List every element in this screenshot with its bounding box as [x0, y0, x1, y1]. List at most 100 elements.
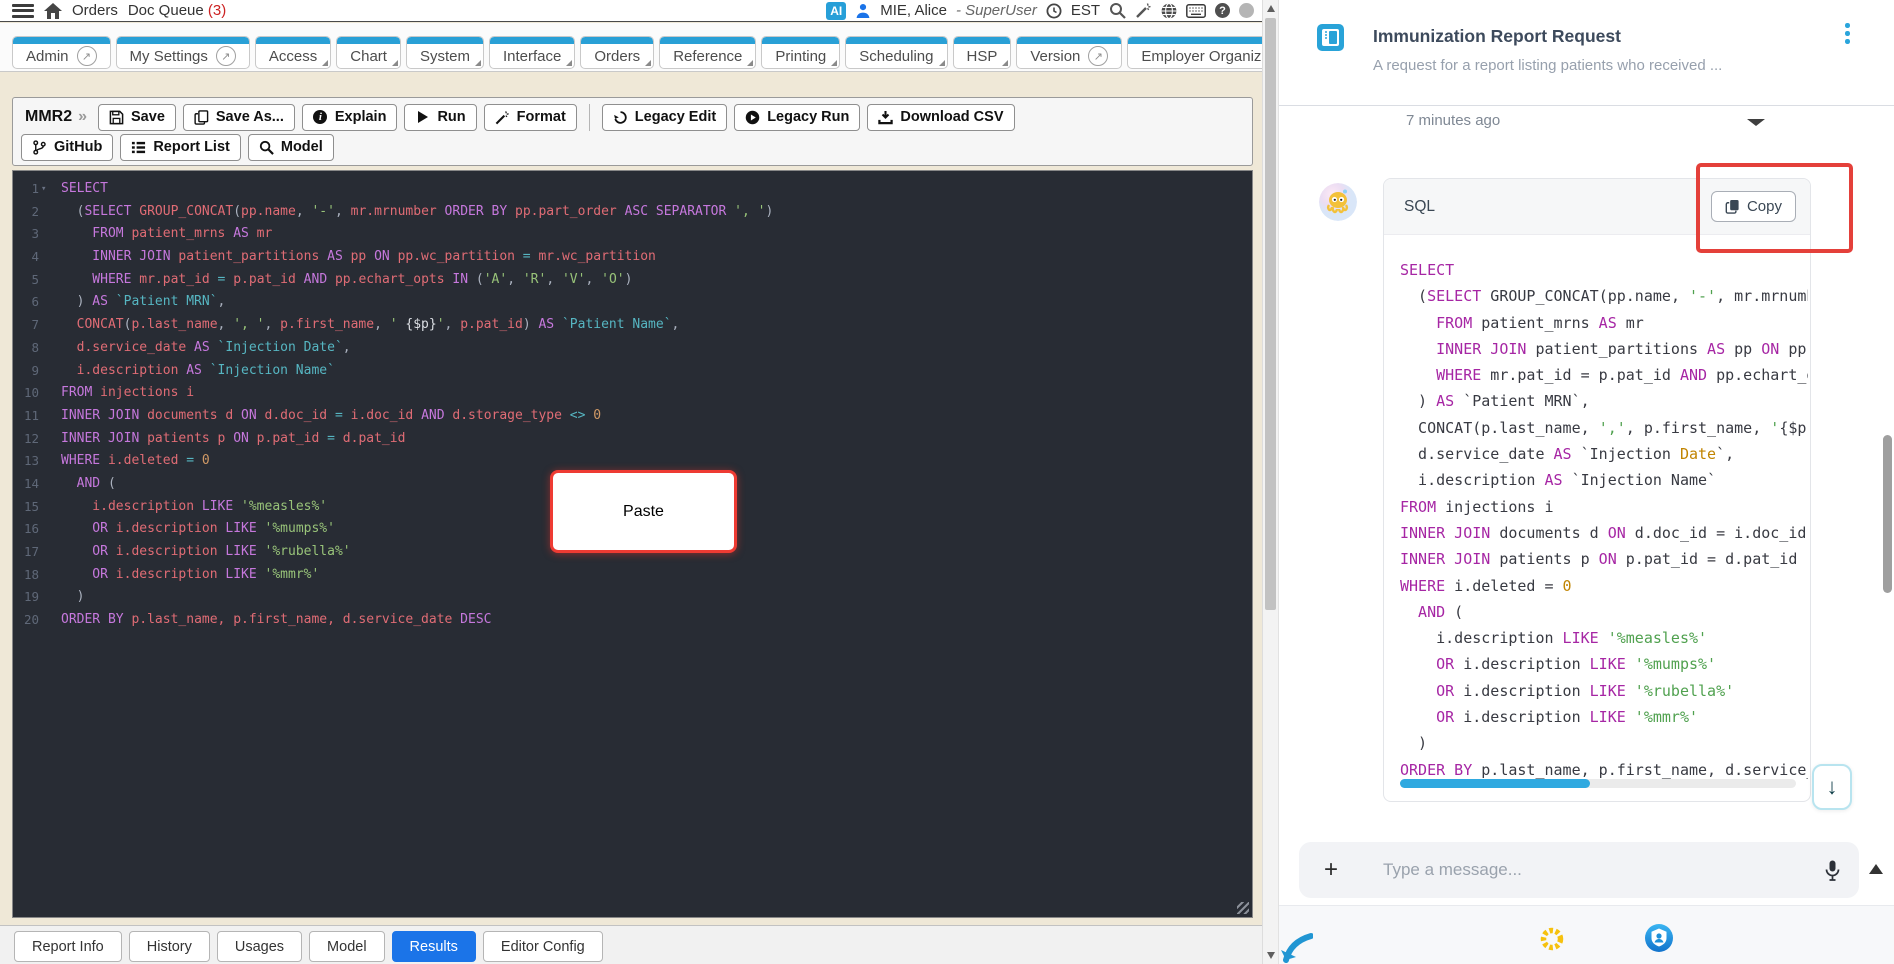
scroll-to-bottom-button[interactable]: ↓: [1812, 764, 1852, 810]
panel-scrollbar-thumb[interactable]: [1883, 435, 1892, 593]
breadcrumb-doc-queue[interactable]: Doc Queue (3): [128, 2, 226, 19]
model-button[interactable]: Model: [247, 133, 334, 161]
code-text: OR i.description LIKE '%mmr%': [61, 566, 320, 582]
code-text: OR i.description LIKE '%mumps%': [61, 521, 335, 537]
tab-editor-config[interactable]: Editor Config: [482, 931, 603, 962]
editor-line: 10 FROM injections i: [13, 382, 1252, 405]
nav-tab-chart[interactable]: Chart: [336, 36, 401, 69]
nav-tab-label: My Settings: [129, 47, 208, 65]
nav-tab-reference[interactable]: Reference: [659, 36, 757, 69]
resize-grip-icon[interactable]: [1237, 902, 1249, 914]
nav-tab-printing[interactable]: Printing: [761, 36, 841, 69]
user-name: MIE, Alice: [880, 2, 947, 19]
wand-icon[interactable]: [1135, 2, 1152, 19]
nav-tab-interface[interactable]: Interface: [488, 36, 576, 69]
breadcrumb-orders[interactable]: Orders: [72, 2, 118, 19]
nav-tab-hsp[interactable]: HSP: [952, 36, 1012, 69]
assistant-panel: Immunization Report Request A request fo…: [1278, 0, 1894, 964]
tab-history[interactable]: History: [128, 931, 210, 962]
avatar-placeholder-icon[interactable]: [1239, 3, 1254, 18]
toolbar-row-2: GitHub Report List Model: [21, 132, 1244, 162]
copy-button[interactable]: Copy: [1710, 191, 1796, 222]
nav-tab-label: Printing: [775, 47, 827, 65]
nav-tab-orders[interactable]: Orders: [580, 36, 655, 69]
nav-tab-version[interactable]: Version ↗: [1016, 36, 1123, 69]
nav-tab-label: Version: [1030, 47, 1081, 65]
undo-arrow-icon[interactable]: [1279, 932, 1314, 964]
wand-icon: [495, 110, 510, 125]
home-icon[interactable]: [44, 2, 62, 19]
expand-caret-icon[interactable]: [1869, 864, 1883, 874]
button-label: Report List: [153, 139, 230, 155]
paste-button[interactable]: Paste: [550, 470, 737, 553]
button-label: Run: [437, 109, 466, 125]
scroll-down-icon[interactable]: [1267, 952, 1275, 959]
format-button[interactable]: Format: [483, 103, 577, 131]
report-name[interactable]: MMR2»: [25, 108, 87, 126]
globe-icon[interactable]: [1161, 2, 1177, 19]
nav-tab-admin[interactable]: Admin ↗: [12, 36, 111, 69]
nav-tab-label: System: [419, 47, 470, 65]
search-icon[interactable]: [1109, 2, 1126, 19]
save-as-icon: [194, 109, 209, 125]
tab-report-info[interactable]: Report Info: [14, 931, 122, 962]
collapse-caret-icon[interactable]: [1747, 119, 1765, 126]
run-button[interactable]: Run: [404, 103, 477, 131]
nav-tab-system[interactable]: System: [405, 36, 484, 69]
application-window: Orders Doc Queue (3) AI MIE, Alice - Sup…: [0, 0, 1894, 964]
tab-results[interactable]: Results: [391, 931, 476, 962]
message-input[interactable]: [1383, 860, 1824, 880]
kebab-menu-icon[interactable]: [1845, 23, 1851, 47]
message-input-row: +: [1299, 842, 1859, 898]
sun-gear-icon[interactable]: [1538, 925, 1566, 953]
code-text: ORDER BY p.last_name, p.first_name, d.se…: [61, 612, 492, 628]
panel-icon: [1317, 24, 1344, 51]
line-number: 17: [23, 544, 39, 559]
line-number: 15: [23, 498, 39, 514]
scroll-up-icon[interactable]: [1267, 5, 1275, 12]
history-icon: [613, 110, 628, 125]
line-number: 16: [23, 521, 39, 537]
save-button[interactable]: Save: [98, 103, 176, 131]
line-number: 8: [31, 339, 39, 355]
keyboard-icon[interactable]: [1186, 3, 1206, 18]
line-number: 13: [23, 453, 39, 469]
tab-model[interactable]: Model: [309, 931, 385, 962]
line-number: 19: [23, 589, 39, 605]
nav-tab-label: Access: [268, 47, 318, 65]
help-icon[interactable]: ?: [1215, 3, 1230, 18]
menu-icon[interactable]: [12, 3, 34, 18]
report-list-button[interactable]: Report List: [120, 133, 241, 161]
github-button[interactable]: GitHub: [21, 133, 114, 161]
play-icon: [415, 110, 430, 125]
info-icon: i: [313, 110, 328, 125]
microphone-icon[interactable]: [1824, 860, 1841, 881]
ai-badge[interactable]: AI: [826, 1, 847, 20]
legacy-edit-button[interactable]: Legacy Edit: [601, 103, 728, 131]
nav-tab-access[interactable]: Access: [254, 36, 332, 69]
top-bar: Orders Doc Queue (3) AI MIE, Alice - Sup…: [0, 0, 1262, 22]
tab-usages[interactable]: Usages: [216, 931, 303, 962]
code-language-label: SQL: [1404, 197, 1436, 215]
nav-tab-employer-organizations[interactable]: Employer Organizations↗: [1127, 36, 1262, 69]
page-scrollbar[interactable]: [1262, 0, 1278, 964]
code-text: INNER JOIN documents d ON d.doc_id = i.d…: [61, 407, 602, 423]
toolbar-row-1: MMR2» Save Save As... i Explain Run Format Leg…: [21, 102, 1244, 132]
explain-button[interactable]: i Explain: [301, 103, 398, 131]
git-branch-icon: [32, 139, 47, 155]
save-as-button[interactable]: Save As...: [182, 103, 295, 131]
code-horizontal-scrollbar[interactable]: [1400, 779, 1796, 788]
nav-tab-label: Chart: [350, 47, 387, 65]
add-attachment-button[interactable]: +: [1319, 856, 1343, 884]
assistant-logo-icon[interactable]: [1644, 923, 1674, 953]
line-number: 11: [23, 407, 39, 423]
fold-caret-icon[interactable]: ▾: [41, 178, 51, 201]
scrollbar-thumb[interactable]: [1265, 18, 1276, 610]
scrollbar-thumb[interactable]: [1400, 779, 1590, 788]
legacy-run-button[interactable]: Legacy Run: [734, 103, 861, 131]
code-text: i.description AS `Injection Name`: [61, 362, 335, 378]
download-csv-button[interactable]: Download CSV: [867, 103, 1015, 131]
code-card-header: SQL Copy: [1384, 179, 1810, 235]
nav-tab-scheduling[interactable]: Scheduling: [845, 36, 948, 69]
nav-tab-my-settings[interactable]: My Settings ↗: [115, 36, 250, 69]
